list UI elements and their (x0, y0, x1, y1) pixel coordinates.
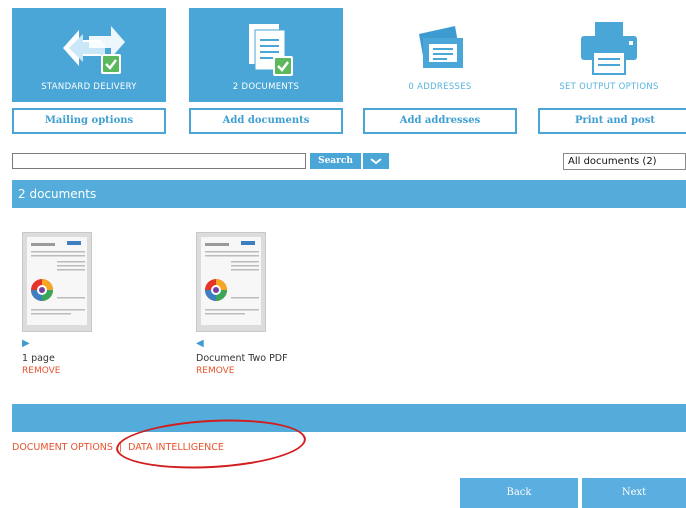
delivery-icon (63, 26, 125, 74)
search-button[interactable]: Search (310, 153, 361, 169)
add-addresses-button[interactable]: Add addresses (363, 108, 517, 134)
next-button[interactable]: Next (582, 478, 686, 508)
step-label: STANDARD DELIVERY (41, 82, 137, 92)
step-documents[interactable]: 2 DOCUMENTS (189, 8, 343, 102)
documents-icon (249, 24, 293, 76)
printer-icon (581, 22, 637, 75)
search-input[interactable] (12, 153, 306, 169)
documents-panel: ▶ 1 page REMOVE ◀ Document Two PDF REMOV… (12, 208, 686, 404)
document-preview-icon (31, 241, 85, 315)
document-thumbnail[interactable] (22, 232, 92, 332)
document-options-link[interactable]: DOCUMENT OPTIONS (12, 442, 113, 453)
step-label: 0 ADDRESSES (408, 82, 472, 92)
step-label: 2 DOCUMENTS (232, 82, 300, 92)
step-label: SET OUTPUT OPTIONS (559, 82, 659, 92)
back-arrow-icon[interactable]: ◀ (196, 338, 336, 350)
remove-document-link[interactable]: REMOVE (196, 366, 336, 376)
document-thumbnail[interactable] (196, 232, 266, 332)
document-item: ◀ Document Two PDF REMOVE (196, 232, 336, 376)
document-filter-select[interactable]: All documents (2) (563, 153, 686, 170)
mailing-options-button[interactable]: Mailing options (12, 108, 166, 134)
step-addresses[interactable]: 0 ADDRESSES (363, 8, 517, 102)
remove-document-link[interactable]: REMOVE (22, 366, 162, 376)
documents-panel-footer (12, 404, 686, 432)
addresses-icon (419, 26, 463, 68)
document-name: 1 page (22, 353, 55, 364)
back-button[interactable]: Back (460, 478, 578, 508)
document-name: Document Two PDF (196, 353, 288, 364)
document-item: ▶ 1 page REMOVE (22, 232, 162, 376)
chevron-down-icon (370, 158, 382, 165)
documents-panel-header: 2 documents (12, 180, 686, 208)
add-documents-button[interactable]: Add documents (189, 108, 343, 134)
step-output-options[interactable]: SET OUTPUT OPTIONS (532, 8, 686, 102)
document-preview-icon (205, 241, 259, 315)
step-standard-delivery[interactable]: STANDARD DELIVERY (12, 8, 166, 102)
print-and-post-button[interactable]: Print and post (538, 108, 686, 134)
search-options-dropdown[interactable] (363, 153, 389, 169)
play-arrow-icon[interactable]: ▶ (22, 338, 162, 350)
